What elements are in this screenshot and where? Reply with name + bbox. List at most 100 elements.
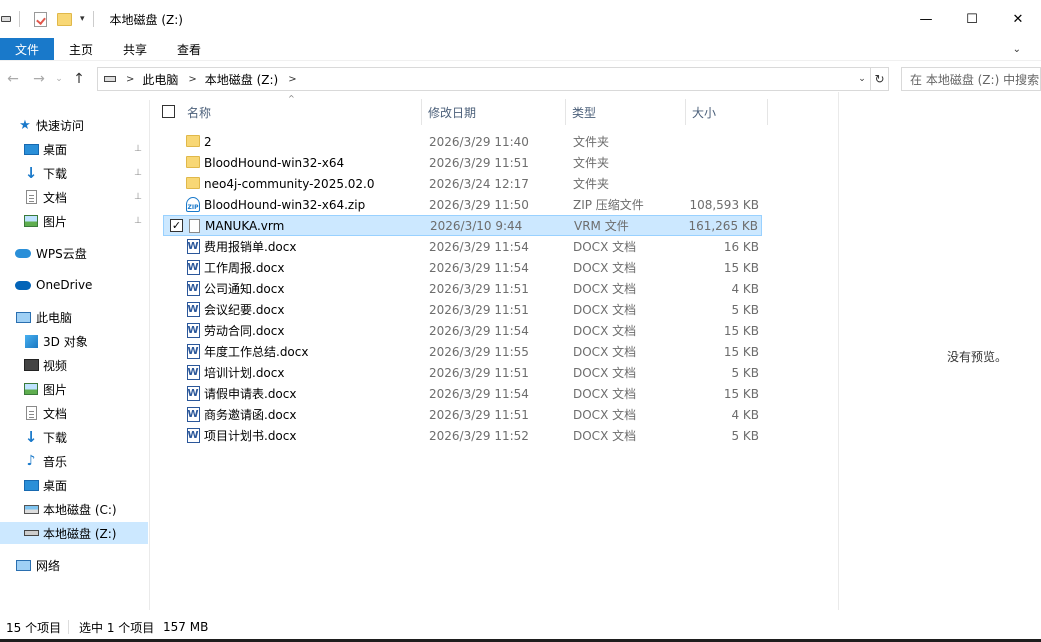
file-size: 4 KB (731, 407, 759, 422)
file-type: DOCX 文档 (573, 429, 637, 443)
table-row[interactable]: W 会议纪要.docx 2026/3/29 11:51 DOCX 文档 5 KB (163, 299, 762, 320)
breadcrumb-separator[interactable]: > (188, 74, 196, 85)
video-icon (23, 357, 39, 373)
back-button[interactable]: ← (0, 66, 26, 92)
select-all-checkbox[interactable] (162, 105, 175, 118)
word-icon: W (186, 322, 200, 338)
sidebar-item-label: 图片 (43, 214, 68, 229)
column-header-modified[interactable]: 修改日期 (422, 99, 566, 125)
file-date: 2026/3/29 11:51 (429, 365, 529, 380)
sidebar-item-label: OneDrive (36, 278, 93, 292)
word-icon: W (186, 301, 200, 317)
address-bar[interactable]: > 此电脑 > 本地磁盘 (Z:) > ⌄ (97, 67, 871, 91)
title-bar: ▾ 本地磁盘 (Z:) — ☐ ✕ (0, 0, 1041, 38)
file-name: BloodHound-win32-x64 (204, 155, 345, 170)
maximize-button[interactable]: ☐ (949, 0, 995, 38)
column-header-name[interactable]: 名称 (181, 99, 422, 125)
close-button[interactable]: ✕ (995, 0, 1041, 38)
address-dropdown-button[interactable]: ⌄ (854, 68, 870, 90)
sidebar-item-videos[interactable]: 视频 (0, 354, 148, 376)
column-header-size[interactable]: 大小 (686, 99, 768, 125)
drive-icon (1, 16, 11, 22)
sidebar-item-3d-objects[interactable]: 3D 对象 (0, 330, 148, 352)
sidebar-item-drive-c[interactable]: 本地磁盘 (C:) (0, 498, 148, 520)
drive-icon (104, 76, 116, 82)
file-date: 2026/3/29 11:51 (429, 302, 529, 317)
file-date: 2026/3/10 9:44 (430, 218, 523, 233)
sidebar-item-downloads[interactable]: ↓ 下载 (0, 426, 148, 448)
table-row[interactable]: 2 2026/3/29 11:40 文件夹 (163, 131, 762, 152)
breadcrumb-this-pc[interactable]: 此电脑 (142, 71, 178, 88)
sidebar-item-pictures[interactable]: 图片 (0, 378, 148, 400)
table-row[interactable]: W 项目计划书.docx 2026/3/29 11:52 DOCX 文档 5 KB (163, 425, 762, 446)
table-row[interactable]: W 培训计划.docx 2026/3/29 11:51 DOCX 文档 5 KB (163, 362, 762, 383)
file-name: 公司通知.docx (204, 282, 285, 296)
file-date: 2026/3/29 11:54 (429, 260, 529, 275)
minimize-button[interactable]: — (903, 0, 949, 38)
folder-icon (185, 175, 201, 191)
file-name: 会议纪要.docx (204, 303, 285, 317)
file-size: 5 KB (731, 428, 759, 443)
refresh-button[interactable]: ↻ (871, 67, 889, 91)
onedrive-icon (15, 277, 31, 293)
sidebar-item-label: 此电脑 (36, 310, 73, 325)
file-name: 2 (204, 134, 212, 149)
file-date: 2026/3/29 11:51 (429, 155, 529, 170)
breadcrumb-drive-z[interactable]: 本地磁盘 (Z:) (205, 71, 278, 88)
sidebar-item-label: 网络 (36, 558, 61, 573)
sidebar-item-network[interactable]: 网络 (0, 554, 148, 576)
star-icon: ★ (19, 117, 31, 133)
sidebar-item-pictures-pinned[interactable]: 图片 ⊥ (0, 210, 148, 232)
sidebar-item-quick-access[interactable]: ★ 快速访问 (0, 114, 148, 136)
table-row[interactable]: ZIP BloodHound-win32-x64.zip 2026/3/29 11:… (163, 194, 762, 215)
new-folder-icon[interactable] (57, 12, 72, 26)
breadcrumb-separator[interactable]: > (126, 74, 134, 85)
file-size: 5 KB (731, 365, 759, 380)
table-row[interactable]: neo4j-community-2025.02.0 2026/3/24 12:17… (163, 173, 762, 194)
network-icon (15, 557, 31, 573)
sidebar-item-documents-pinned[interactable]: 文档 ⊥ (0, 186, 148, 208)
row-checkbox[interactable]: ✓ (170, 219, 183, 232)
table-row[interactable]: W 年度工作总结.docx 2026/3/29 11:55 DOCX 文档 15 KB (163, 341, 762, 362)
sidebar-item-documents[interactable]: 文档 (0, 402, 148, 424)
file-date: 2026/3/29 11:54 (429, 386, 529, 401)
properties-icon[interactable] (34, 11, 47, 27)
recent-locations-button[interactable]: ⌄ (52, 66, 66, 92)
sidebar-item-wps-cloud[interactable]: WPS云盘 (0, 242, 148, 264)
tab-share[interactable]: 共享 (108, 38, 162, 60)
sidebar-item-downloads-pinned[interactable]: ↓ 下载 ⊥ (0, 162, 148, 184)
column-header-type[interactable]: 类型 (566, 99, 686, 125)
table-row[interactable]: W 费用报销单.docx 2026/3/29 11:54 DOCX 文档 16 KB (163, 236, 762, 257)
up-button[interactable]: ↑ (66, 66, 92, 92)
sidebar-item-music[interactable]: ♪ 音乐 (0, 450, 148, 472)
pin-icon: ⊥ (134, 144, 142, 154)
table-row[interactable]: W 工作周报.docx 2026/3/29 11:54 DOCX 文档 15 KB (163, 257, 762, 278)
file-size: 15 KB (723, 386, 759, 401)
table-row[interactable]: ✓ MANUKA.vrm 2026/3/10 9:44 VRM 文件 161,265 K… (163, 215, 762, 236)
expand-ribbon-icon[interactable]: ⌄ (1013, 38, 1041, 60)
search-input[interactable]: 在 本地磁盘 (Z:) 中搜索 (901, 67, 1041, 91)
tab-file[interactable]: 文件 (0, 38, 55, 60)
tab-view[interactable]: 查看 (162, 38, 216, 60)
forward-button[interactable]: → (26, 66, 52, 92)
file-type: DOCX 文档 (573, 282, 637, 296)
sidebar-item-this-pc[interactable]: 此电脑 (0, 306, 148, 328)
table-row[interactable]: W 商务邀请函.docx 2026/3/29 11:51 DOCX 文档 4 KB (163, 404, 762, 425)
file-name: 培训计划.docx (204, 366, 285, 380)
table-row[interactable]: W 请假申请表.docx 2026/3/29 11:54 DOCX 文档 15 KB (163, 383, 762, 404)
tab-home[interactable]: 主页 (54, 38, 108, 60)
customize-toolbar-icon[interactable]: ▾ (80, 14, 85, 24)
sidebar-item-label: 本地磁盘 (C:) (43, 502, 117, 517)
table-row[interactable]: W 公司通知.docx 2026/3/29 11:51 DOCX 文档 4 KB (163, 278, 762, 299)
sidebar-item-desktop[interactable]: 桌面 (0, 474, 148, 496)
sidebar-item-desktop-pinned[interactable]: 桌面 ⊥ (0, 138, 148, 160)
breadcrumb-separator[interactable]: > (288, 74, 296, 85)
sidebar-item-drive-z[interactable]: 本地磁盘 (Z:) (0, 522, 148, 544)
sidebar-item-onedrive[interactable]: OneDrive (0, 274, 148, 296)
word-icon: W (186, 238, 200, 254)
file-type: DOCX 文档 (573, 387, 637, 401)
word-icon: W (186, 280, 200, 296)
3d-objects-icon (23, 333, 39, 349)
table-row[interactable]: BloodHound-win32-x64 2026/3/29 11:51 文件夹 (163, 152, 762, 173)
table-row[interactable]: W 劳动合同.docx 2026/3/29 11:54 DOCX 文档 15 KB (163, 320, 762, 341)
